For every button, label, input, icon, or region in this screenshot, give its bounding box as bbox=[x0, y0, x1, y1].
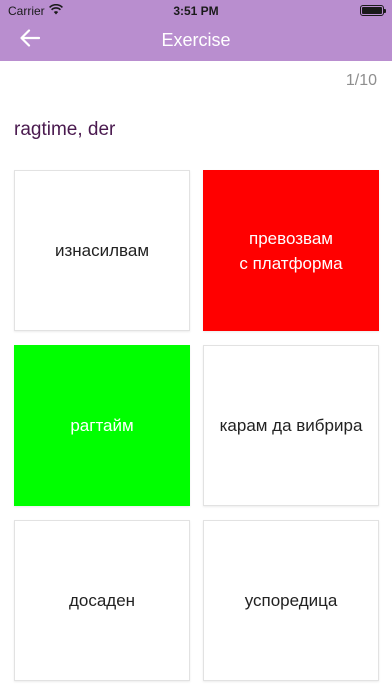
answer-option-2-wrong[interactable]: превозвам с платформа bbox=[203, 170, 379, 331]
answer-option-label: досаден bbox=[68, 591, 136, 610]
status-bar: Carrier 3:51 PM bbox=[0, 0, 392, 20]
answer-option-label: рагтайм bbox=[70, 416, 134, 435]
answer-option-5[interactable]: досаден bbox=[14, 520, 190, 681]
answer-option-3-correct[interactable]: рагтайм bbox=[14, 345, 190, 506]
battery-icon bbox=[360, 5, 386, 16]
battery-fill bbox=[362, 7, 382, 14]
navigation-bar: Exercise bbox=[0, 20, 392, 61]
answer-option-6[interactable]: успоредица bbox=[203, 520, 379, 681]
status-time: 3:51 PM bbox=[173, 4, 219, 18]
answer-option-1[interactable]: изнасилвам bbox=[14, 170, 190, 331]
page-title: Exercise bbox=[161, 30, 231, 50]
answer-option-label: изнасилвам bbox=[54, 241, 150, 260]
answer-option-label: успоредица bbox=[244, 591, 338, 610]
answer-option-label: превозвам с платформа bbox=[239, 228, 343, 273]
answer-option-label: карам да вибрира bbox=[219, 416, 363, 435]
question-word: ragtime, der bbox=[14, 119, 116, 140]
answer-option-4[interactable]: карам да вибрира bbox=[203, 345, 379, 506]
progress-counter: 1/10 bbox=[345, 72, 377, 89]
